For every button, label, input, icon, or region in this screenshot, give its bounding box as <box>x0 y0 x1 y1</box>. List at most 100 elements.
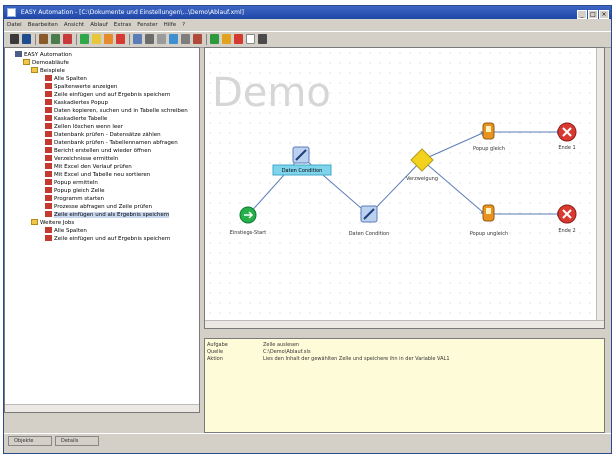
file-icon[interactable] <box>181 34 190 44</box>
zoom-icon[interactable] <box>258 34 267 44</box>
tree-item[interactable]: Zeile einfügen und als Ergebnis speicher… <box>45 211 170 219</box>
workflow-icon <box>45 227 52 233</box>
tree-item[interactable]: Popup gleich Zelle <box>45 187 104 195</box>
tree-group[interactable]: Demoabläufe <box>23 59 69 67</box>
popup-icon[interactable] <box>104 34 113 44</box>
tree-node-label: Spaltenwerte anzeigen <box>54 84 118 90</box>
decision-icon[interactable] <box>92 34 101 44</box>
condition-node-1[interactable] <box>292 146 310 164</box>
variable-icon[interactable] <box>157 34 166 44</box>
tree-item[interactable]: Zellen löschen wenn leer <box>45 123 123 131</box>
workflow-icon <box>45 99 52 105</box>
property-value: Lies den Inhalt der gewählten Zelle und … <box>263 356 450 362</box>
menu-fenster[interactable]: Fenster <box>134 20 160 31</box>
tree-node-label: Demoabläufe <box>32 60 69 66</box>
database-icon[interactable] <box>145 34 154 44</box>
popup-node-1[interactable] <box>482 122 495 140</box>
tree-item[interactable]: Programm starten <box>45 195 104 203</box>
tree-item[interactable]: Mit Excel den Verlauf prüfen <box>45 163 132 171</box>
tree-item[interactable]: Zeile einfügen und auf Ergebnis speicher… <box>45 91 170 99</box>
abort-icon[interactable] <box>234 34 243 44</box>
end-node-1[interactable] <box>557 122 577 142</box>
app-icon <box>7 8 16 17</box>
tree-node-label: Bericht erstellen und wieder öffnen <box>54 148 152 154</box>
canvas-vertical-scrollbar[interactable] <box>596 48 604 328</box>
tab-details[interactable]: Details <box>55 436 99 446</box>
copy-icon[interactable] <box>51 34 60 44</box>
tree-node-label: Alle Spalten <box>54 228 87 234</box>
maximize-button[interactable]: □ <box>588 10 598 19</box>
tree-item[interactable]: Kaskadiertes Popup <box>45 99 108 107</box>
pointer-icon[interactable] <box>10 34 19 44</box>
tree-item[interactable]: Zeile einfügen und auf Ergebnis speicher… <box>45 235 170 243</box>
step-icon[interactable] <box>222 34 231 44</box>
cut-icon[interactable] <box>39 34 48 44</box>
tree-item[interactable]: Daten kopieren, suchen und in Tabelle sc… <box>45 107 188 115</box>
tree-folder[interactable]: Beispiele <box>31 67 65 75</box>
tree-node-label: Datenbank prüfen - Tabellennamen abfrage… <box>54 140 178 146</box>
stop-icon[interactable] <box>116 34 125 44</box>
workflow-icon <box>45 179 52 185</box>
close-button[interactable]: × <box>599 10 609 19</box>
title-bar: EASY Automation - [C:\Dokumente und Eins… <box>4 6 611 19</box>
tree-node-label: EASY Automation <box>24 52 72 58</box>
condition-icon[interactable] <box>133 34 142 44</box>
tree-item[interactable]: Kaskadierte Tabelle <box>45 115 107 123</box>
minimize-button[interactable]: _ <box>577 10 587 19</box>
toolbar-separator <box>206 34 207 45</box>
condition-node-2-label: Daten Condition <box>349 231 390 237</box>
property-key: Aktion <box>207 356 223 362</box>
condition-node-2[interactable] <box>360 205 378 223</box>
toolbar-separator <box>129 34 130 45</box>
menu-datei[interactable]: Datei <box>4 20 25 31</box>
tree-item[interactable]: Datenbank prüfen - Tabellennamen abfrage… <box>45 139 178 147</box>
report-icon[interactable] <box>193 34 202 44</box>
tree-node-label: Daten kopieren, suchen und in Tabelle sc… <box>54 108 188 114</box>
tree-node-label: Datenbank prüfen - Datensätze zählen <box>54 132 161 138</box>
delete-icon[interactable] <box>63 34 72 44</box>
menu-ablauf[interactable]: Ablauf <box>87 20 111 31</box>
folder-icon <box>31 219 38 225</box>
tree-root[interactable]: EASY Automation <box>15 51 72 59</box>
tree-node-label: Prozesse abfragen und Zeile prüfen <box>54 204 152 210</box>
tree-item[interactable]: Prozesse abfragen und Zeile prüfen <box>45 203 152 211</box>
tree-item[interactable]: Datenbank prüfen - Datensätze zählen <box>45 131 161 139</box>
tree-item[interactable]: Spaltenwerte anzeigen <box>45 83 117 91</box>
end-node-2[interactable] <box>557 204 577 224</box>
popup-node-2-label: Popup ungleich <box>470 231 508 237</box>
tree-node-label: Popup gleich Zelle <box>54 188 105 194</box>
workflow-icon <box>45 203 52 209</box>
popup-node-2[interactable] <box>482 204 495 222</box>
property-row: Quelle C:\Demo\Ablauf.xls <box>207 349 311 356</box>
run-icon[interactable] <box>210 34 219 44</box>
tree-node-label: Programm starten <box>54 196 104 202</box>
tree-scrollbar[interactable] <box>5 404 199 412</box>
save-icon[interactable] <box>22 34 31 44</box>
tree-item[interactable]: Alle Spalten <box>45 75 87 83</box>
tree-node-label: Zeile einfügen und auf Ergebnis speicher… <box>54 236 171 242</box>
menu-bearbeiten[interactable]: Bearbeiten <box>25 20 61 31</box>
start-icon[interactable] <box>80 34 89 44</box>
tree-item[interactable]: Verzeichnisse ermitteln <box>45 155 118 163</box>
tree-node-label: Alle Spalten <box>54 76 87 82</box>
workflow-icon <box>45 187 52 193</box>
workflow-tree[interactable]: EASY Automation Demoabläufe Beispiele Alle … <box>4 47 200 413</box>
tree-folder[interactable]: Weitere Jobs <box>31 219 74 227</box>
menu-help[interactable]: ? <box>179 20 188 31</box>
tree-item[interactable]: Alle Spalten <box>45 227 87 235</box>
menu-extras[interactable]: Extras <box>111 20 134 31</box>
menu-hilfe[interactable]: Hilfe <box>161 20 180 31</box>
tree-item[interactable]: Popup ermitteln <box>45 179 98 187</box>
canvas-horizontal-scrollbar[interactable] <box>205 320 604 328</box>
blank-icon[interactable] <box>246 34 255 44</box>
property-key: Quelle <box>207 349 224 355</box>
menu-bar: Datei Bearbeiten Ansicht Ablauf Extras Fenste… <box>4 19 611 30</box>
tree-item[interactable]: Bericht erstellen und wieder öffnen <box>45 147 151 155</box>
excel-icon[interactable] <box>169 34 178 44</box>
workflow-icon <box>45 91 52 97</box>
tab-objekte[interactable]: Objekte <box>8 436 52 446</box>
tree-item[interactable]: Mit Excel und Tabelle neu sortieren <box>45 171 150 179</box>
start-node[interactable] <box>239 206 257 224</box>
folder-icon <box>31 67 38 73</box>
menu-ansicht[interactable]: Ansicht <box>61 20 87 31</box>
